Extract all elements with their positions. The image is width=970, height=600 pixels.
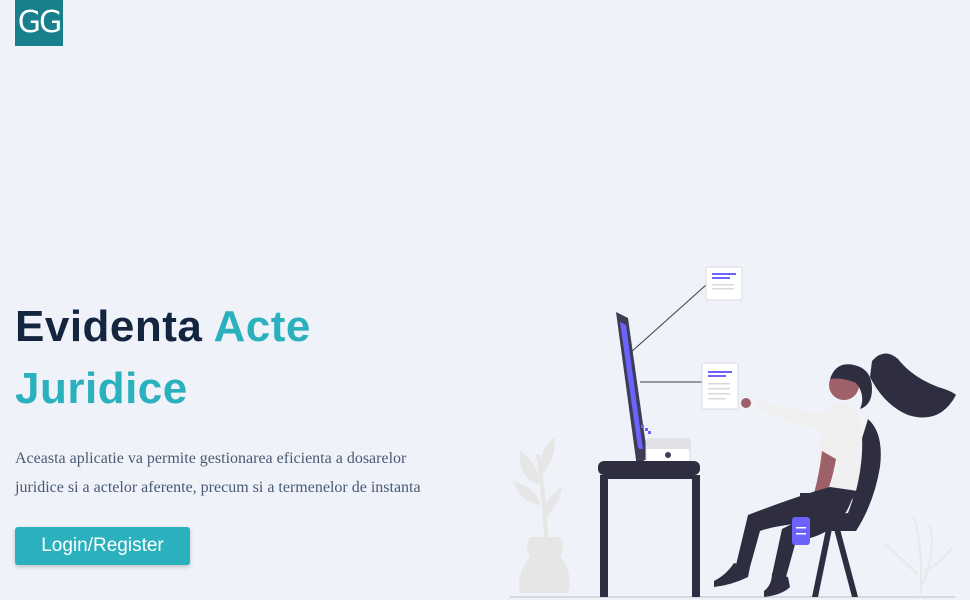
title-part-2: Acte xyxy=(213,302,311,351)
woman-at-computer-illustration xyxy=(510,266,956,598)
description-line-1: Aceasta aplicatie va permite gestionarea… xyxy=(15,450,407,467)
plant-vase-icon xyxy=(514,437,570,593)
title-part-1: Evidenta xyxy=(15,302,214,351)
page-title: Evidenta Acte Juridice xyxy=(15,296,485,420)
document-card-2-icon xyxy=(701,362,739,410)
connector-line-1 xyxy=(629,284,707,354)
woman-figure-icon xyxy=(714,353,956,597)
hero-description: Aceasta aplicatie va permite gestionarea… xyxy=(15,444,485,502)
desk-icon xyxy=(598,461,700,597)
hero-section: Evidenta Acte Juridice Aceasta aplicatie… xyxy=(15,296,485,502)
description-line-2: juridice si a actelor aferente, precum s… xyxy=(15,479,421,496)
landing-page: GG Evidenta Acte Juridice Aceasta aplica… xyxy=(0,0,970,600)
document-card-1-icon xyxy=(705,266,743,301)
plant-right-icon xyxy=(883,516,953,598)
login-register-button[interactable]: Login/Register xyxy=(15,527,190,565)
title-part-3: Juridice xyxy=(15,364,188,413)
brand-logo[interactable]: GG xyxy=(15,0,63,46)
